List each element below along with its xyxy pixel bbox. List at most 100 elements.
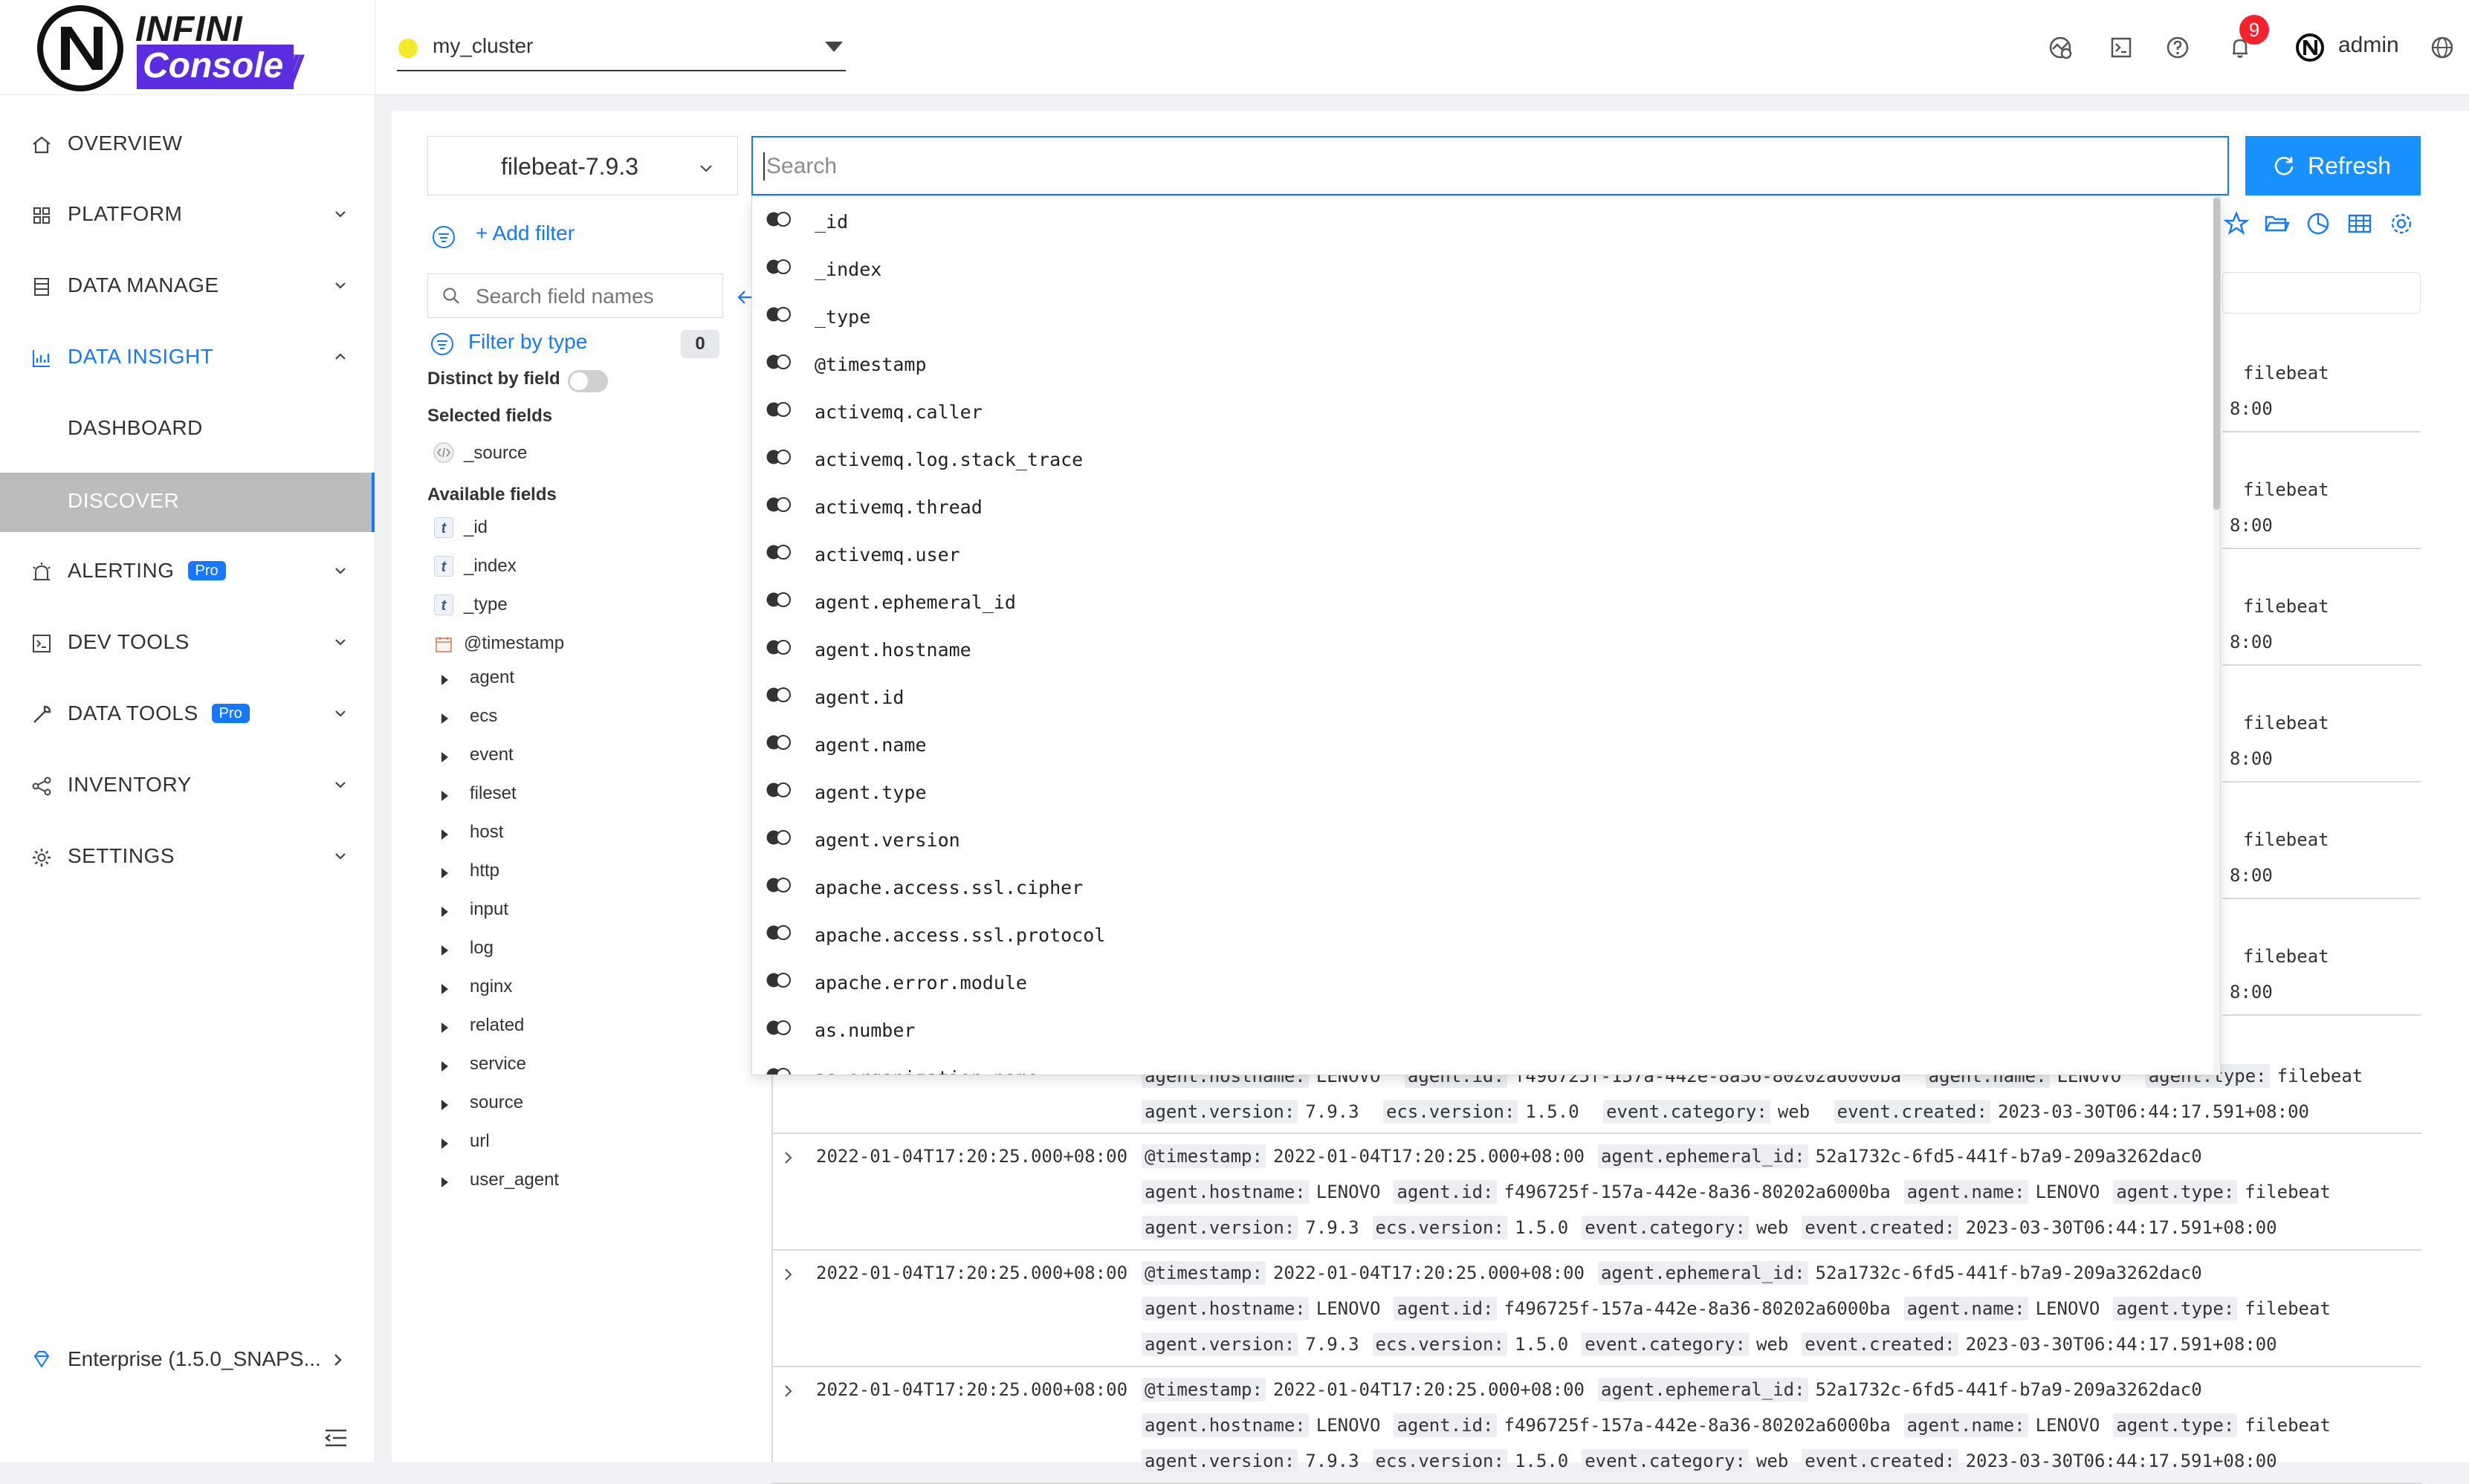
- suggestion-item[interactable]: activemq.log.stack_trace: [752, 435, 2209, 483]
- field-search-box[interactable]: [427, 273, 723, 318]
- refresh-button[interactable]: Refresh: [2245, 136, 2421, 195]
- search-bar[interactable]: [751, 136, 2229, 195]
- suggestion-item[interactable]: agent.id: [752, 673, 2209, 721]
- expand-row-icon[interactable]: [779, 1382, 797, 1400]
- suggestion-item[interactable]: apache.error.module: [752, 959, 2209, 1006]
- sidebar-item-inventory[interactable]: INVENTORY: [0, 752, 375, 819]
- suggestion-item[interactable]: agent.type: [752, 768, 2209, 816]
- document-row-fragment[interactable]: filebeat 8:00: [2222, 315, 2421, 432]
- row-fragment-time: 8:00: [2230, 515, 2273, 536]
- field-value: 7.9.3: [1305, 1451, 1359, 1471]
- terminal-icon[interactable]: [2106, 33, 2136, 62]
- user-avatar-icon[interactable]: [2295, 33, 2325, 62]
- field-value: 1.5.0: [1514, 1451, 1569, 1471]
- kv-line: agent.version: 7.9.3 ecs.version: 1.5.0 even…: [1142, 1216, 2291, 1240]
- scrollbar-thumb[interactable]: [2213, 198, 2220, 510]
- infini-console-logo[interactable]: INFINI Console ///: [36, 3, 330, 91]
- language-icon[interactable]: [2427, 33, 2457, 62]
- suggestion-item[interactable]: apache.access.ssl.protocol: [752, 911, 2209, 959]
- caret-right-icon: [441, 1023, 448, 1033]
- menu-fold-icon[interactable]: [321, 1423, 351, 1453]
- document-row-fragment[interactable]: filebeat 8:00: [2222, 432, 2421, 549]
- suggestion-label: agent.id: [815, 687, 905, 708]
- suggestion-item[interactable]: agent.version: [752, 816, 2209, 863]
- suggestion-label: agent.ephemeral_id: [815, 592, 1016, 613]
- index-pattern-selector[interactable]: filebeat-7.9.3: [427, 136, 738, 195]
- suggestion-label: agent.version: [815, 829, 960, 851]
- suggestion-item[interactable]: activemq.user: [752, 531, 2209, 578]
- field-key: agent.ephemeral_id:: [1597, 1378, 1808, 1402]
- field-key: event.category:: [1582, 1332, 1749, 1356]
- sidebar-item-data-tools[interactable]: DATA TOOLS Pro: [0, 681, 375, 748]
- suggestion-item[interactable]: agent.name: [752, 721, 2209, 768]
- suggestion-item[interactable]: as.organization.name: [752, 1054, 2209, 1075]
- pie-chart-icon[interactable]: [2304, 210, 2332, 238]
- filter-icon[interactable]: [431, 224, 456, 250]
- sidebar-item-alerting[interactable]: ALERTING Pro: [0, 538, 375, 605]
- cluster-icon: [33, 207, 50, 224]
- suggestion-item[interactable]: agent.ephemeral_id: [752, 578, 2209, 626]
- field-value: 2023-03-30T06:44:17.591+08:00: [1965, 1217, 2277, 1238]
- document-row-fragment[interactable]: filebeat 8:00: [2222, 665, 2421, 782]
- field-toggle-icon: [766, 592, 791, 607]
- cluster-selector[interactable]: my_cluster: [397, 30, 846, 71]
- sidebar-item-platform[interactable]: PLATFORM: [0, 181, 375, 248]
- sidebar-item-data-manage[interactable]: DATA MANAGE: [0, 253, 375, 320]
- caret-right-icon: [441, 1100, 448, 1110]
- sidebar-item-text: ALERTING: [68, 559, 175, 582]
- wrench-icon: [33, 705, 51, 723]
- document-row[interactable]: 2022-01-04T17:20:25.000+08:00 @timestamp:…: [771, 1251, 2421, 1367]
- chevron-down-icon: [335, 853, 346, 860]
- sidebar-item-overview[interactable]: OVERVIEW: [0, 111, 375, 178]
- caret-right-icon: [441, 791, 448, 801]
- sidebar-item-discover[interactable]: DISCOVER: [0, 473, 375, 532]
- cluster-name: my_cluster: [433, 34, 534, 57]
- documents-header: [2222, 272, 2421, 314]
- suggestion-item[interactable]: activemq.caller: [752, 388, 2209, 435]
- sidebar-item-settings[interactable]: SETTINGS: [0, 823, 375, 890]
- suggestion-item[interactable]: activemq.thread: [752, 483, 2209, 531]
- document-row-fragment[interactable]: filebeat 8:00: [2222, 548, 2421, 666]
- field-key: agent.name:: [1903, 1297, 2028, 1321]
- license-info[interactable]: Enterprise (1.5.0_SNAPS...: [0, 1338, 375, 1383]
- settings-icon[interactable]: [2387, 210, 2415, 238]
- field-key: agent.ephemeral_id:: [1597, 1261, 1808, 1285]
- document-row-fragment[interactable]: filebeat 8:00: [2222, 898, 2421, 1016]
- help-icon[interactable]: [2163, 33, 2193, 62]
- field-key: agent.name:: [1903, 1413, 2028, 1437]
- field-toggle-icon: [766, 830, 791, 845]
- chevron-down-icon: [335, 568, 346, 574]
- suggestion-item[interactable]: apache.access.ssl.cipher: [752, 863, 2209, 911]
- field-value: 1.5.0: [1525, 1101, 1579, 1122]
- document-row[interactable]: 2022-01-04T17:20:25.000+08:00 @timestamp:…: [771, 1134, 2421, 1251]
- suggestion-item[interactable]: _id: [752, 198, 2209, 245]
- suggestion-item[interactable]: @timestamp: [752, 340, 2209, 388]
- filter-by-type-button[interactable]: Filter by type: [468, 330, 587, 354]
- folder-open-icon[interactable]: [2262, 210, 2291, 238]
- database-icon: [34, 278, 49, 296]
- distinct-toggle[interactable]: [568, 370, 608, 392]
- caret-right-icon: [441, 868, 448, 878]
- field-search-input[interactable]: [474, 282, 715, 311]
- suggestion-item[interactable]: _index: [752, 245, 2209, 293]
- suggestion-label: activemq.thread: [815, 496, 983, 518]
- field-value: 2022-01-04T17:20:25.000+08:00: [1272, 1146, 1585, 1167]
- sidebar-item-dev-tools[interactable]: DEV TOOLS: [0, 609, 375, 676]
- star-icon[interactable]: [2222, 210, 2250, 238]
- add-filter-link[interactable]: + Add filter: [476, 221, 575, 245]
- sidebar-item-data-insight[interactable]: DATA INSIGHT: [0, 324, 375, 391]
- suggestion-label: apache.access.ssl.cipher: [815, 877, 1084, 898]
- suggestion-item[interactable]: as.number: [752, 1006, 2209, 1054]
- suggestion-item[interactable]: agent.hostname: [752, 626, 2209, 673]
- chart-globe-icon[interactable]: [2045, 33, 2075, 62]
- document-row-fragment[interactable]: filebeat 8:00: [2222, 782, 2421, 899]
- expand-row-icon[interactable]: [779, 1149, 797, 1167]
- expand-row-icon[interactable]: [779, 1266, 797, 1283]
- document-row[interactable]: 2022-01-04T17:20:25.000+08:00 @timestamp:…: [771, 1367, 2421, 1484]
- sidebar-item-dashboard[interactable]: DASHBOARD: [0, 395, 375, 462]
- search-input[interactable]: [765, 146, 2180, 187]
- suggestion-item[interactable]: _type: [752, 293, 2209, 340]
- user-name[interactable]: admin: [2338, 33, 2399, 58]
- table-icon[interactable]: [2346, 210, 2374, 238]
- row-fragment-time: 8:00: [2230, 632, 2273, 652]
